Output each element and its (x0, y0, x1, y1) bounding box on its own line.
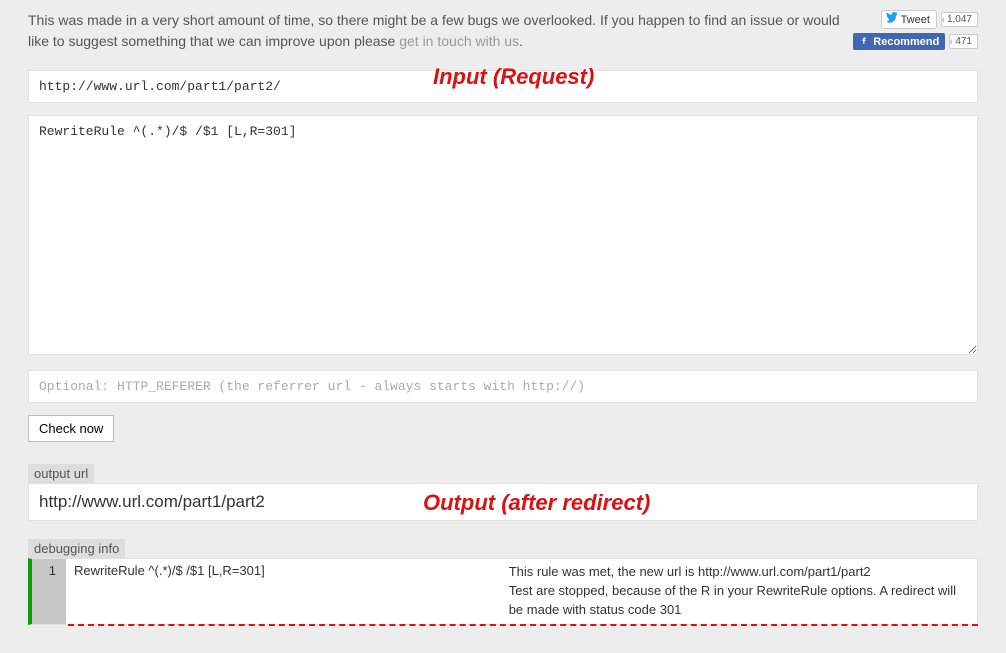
debug-explanation: This rule was met, the new url is http:/… (501, 559, 977, 624)
referer-input[interactable] (28, 370, 978, 403)
rules-textarea[interactable] (28, 115, 978, 355)
url-input[interactable] (28, 70, 978, 103)
output-url-value: http://www.url.com/part1/part2 (28, 483, 978, 521)
dashed-separator (68, 624, 978, 626)
facebook-icon (859, 35, 869, 48)
contact-link[interactable]: get in touch with us (399, 33, 519, 49)
debug-rule-text: RewriteRule ^(.*)/$ /$1 [L,R=301] (66, 559, 501, 624)
recommend-count: 471 (949, 34, 978, 49)
check-now-button[interactable]: Check now (28, 415, 114, 442)
social-buttons: Tweet 1,047 Recommend 471 (853, 10, 978, 50)
recommend-button[interactable]: Recommend (853, 33, 945, 50)
debug-line-number: 1 (32, 559, 66, 624)
debug-row: 1 RewriteRule ^(.*)/$ /$1 [L,R=301] This… (28, 558, 978, 625)
tweet-count: 1,047 (941, 12, 978, 27)
intro-text-after: . (519, 33, 523, 49)
output-url-label: output url (28, 464, 94, 483)
recommend-label: Recommend (873, 36, 939, 48)
debugging-info-label: debugging info (28, 539, 125, 558)
twitter-icon (886, 12, 898, 27)
intro-text: This was made in a very short amount of … (28, 10, 841, 52)
tweet-label: Tweet (901, 14, 930, 26)
tweet-button[interactable]: Tweet (881, 10, 937, 29)
